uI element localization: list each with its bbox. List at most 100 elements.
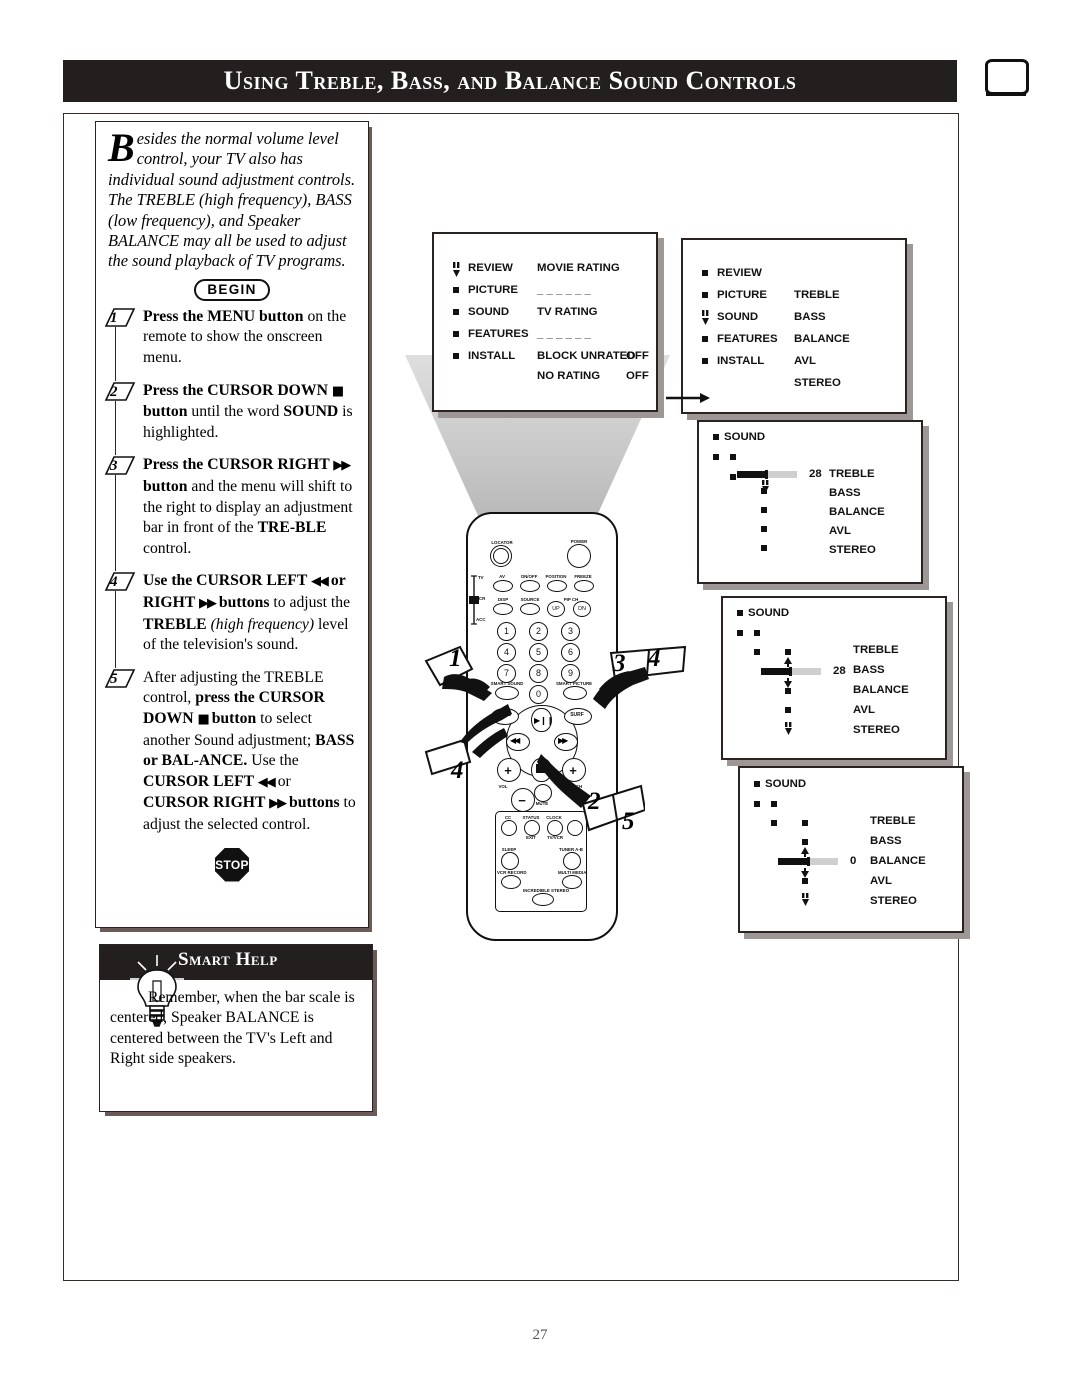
cc-button[interactable] bbox=[501, 820, 517, 836]
sound-menu-header: SOUND bbox=[724, 431, 766, 443]
submenu-no-rating: NO RATING bbox=[537, 370, 601, 382]
menu-item-sound[interactable]: SOUND bbox=[717, 311, 758, 323]
option-bass[interactable]: BASS bbox=[853, 664, 885, 676]
key-3[interactable]: 3 bbox=[561, 622, 580, 641]
callout-number-4b: 4 bbox=[451, 757, 464, 784]
source-button[interactable] bbox=[520, 603, 540, 615]
bass-level-bar[interactable] bbox=[761, 667, 821, 676]
av-button[interactable] bbox=[493, 580, 513, 592]
begin-badge: BEGIN bbox=[194, 278, 270, 301]
menu-item-picture[interactable]: PICTURE bbox=[717, 289, 767, 301]
sound-menu-header: SOUND bbox=[748, 607, 790, 619]
onoff-label: ON/OFF bbox=[520, 574, 538, 579]
pip-ch-dn-button[interactable]: DN bbox=[573, 601, 591, 617]
mode-slider[interactable] bbox=[469, 574, 479, 626]
smart-help-text: Remember, when the bar scale is centered… bbox=[110, 989, 355, 1068]
submenu-movie-rating-dashes: _ _ _ _ _ _ bbox=[537, 284, 591, 296]
callout-number-4a: 4 bbox=[648, 645, 661, 672]
callout-number-1: 1 bbox=[449, 645, 462, 672]
step-connector bbox=[115, 326, 117, 381]
cursor-indicator bbox=[784, 722, 793, 736]
option-balance[interactable]: BALANCE bbox=[853, 684, 909, 696]
power-button[interactable] bbox=[567, 544, 591, 568]
callout-number-5: 5 bbox=[622, 808, 635, 835]
key-1[interactable]: 1 bbox=[497, 622, 516, 641]
step-2: 2 Press the CURSOR DOWN ■ button until th… bbox=[104, 381, 360, 456]
option-treble[interactable]: TREBLE bbox=[853, 644, 899, 656]
option-treble[interactable]: TREBLE bbox=[829, 468, 875, 480]
mode-tv-label: TV bbox=[478, 575, 484, 580]
manual-page: Using Treble, Bass, and Balance Sound Co… bbox=[0, 0, 1080, 1397]
intro-paragraph: Besides the normal volume level control,… bbox=[104, 126, 360, 272]
freeze-button[interactable] bbox=[574, 580, 594, 592]
source-label: SOURCE bbox=[520, 597, 540, 602]
menu-item-sound[interactable]: SOUND bbox=[468, 306, 509, 318]
intro-text: esides the normal volume level control, … bbox=[108, 129, 356, 271]
option-treble[interactable]: TREBLE bbox=[870, 815, 916, 827]
option-balance[interactable]: BALANCE bbox=[870, 855, 926, 867]
key-5[interactable]: 5 bbox=[529, 643, 548, 662]
pip-ch-up-button[interactable]: UP bbox=[547, 601, 565, 617]
option-stereo[interactable]: STEREO bbox=[853, 724, 900, 736]
menu-item-review[interactable]: REVIEW bbox=[468, 262, 513, 274]
intro-dropcap: B bbox=[108, 125, 135, 170]
cursor-down-indicator bbox=[784, 678, 792, 688]
vcr-record-button[interactable] bbox=[501, 875, 521, 889]
submenu-block-unrated: BLOCK UNRATED bbox=[537, 350, 636, 362]
tuner-ab-button[interactable] bbox=[563, 852, 581, 870]
menu-item-features[interactable]: FEATURES bbox=[468, 328, 529, 340]
balance-value: 0 bbox=[850, 855, 857, 867]
option-stereo[interactable]: STEREO bbox=[829, 544, 876, 556]
cursor-up-indicator bbox=[801, 847, 809, 857]
key-0[interactable]: 0 bbox=[529, 685, 548, 704]
submenu-treble: TREBLE bbox=[794, 289, 840, 301]
disp-label: DISP bbox=[497, 597, 509, 602]
multi-media-button[interactable] bbox=[562, 875, 582, 889]
key-6[interactable]: 6 bbox=[561, 643, 580, 662]
menu-item-features[interactable]: FEATURES bbox=[717, 333, 778, 345]
step-number-badge: 1 bbox=[104, 308, 138, 327]
steps-list: 1 Press the MENU button on the remote to … bbox=[104, 307, 360, 836]
smart-help-box: Smart Help Remember, when the bar scale … bbox=[99, 944, 373, 1112]
option-avl[interactable]: AVL bbox=[853, 704, 875, 716]
page-header-bar: Using Treble, Bass, and Balance Sound Co… bbox=[63, 60, 957, 102]
callout-number-2: 2 bbox=[588, 788, 601, 815]
onoff-button[interactable] bbox=[520, 580, 540, 592]
option-bass[interactable]: BASS bbox=[870, 835, 902, 847]
menu-item-picture[interactable]: PICTURE bbox=[468, 284, 518, 296]
submenu-no-rating-value: OFF bbox=[626, 370, 649, 382]
submenu-block-unrated-value: OFF bbox=[626, 350, 649, 362]
disp-button[interactable] bbox=[493, 603, 513, 615]
vol-minus-icon: − bbox=[518, 793, 526, 808]
menu-item-install[interactable]: INSTALL bbox=[717, 355, 764, 367]
submenu-tv-rating: TV RATING bbox=[537, 306, 598, 318]
option-avl[interactable]: AVL bbox=[870, 875, 892, 887]
treble-level-bar[interactable] bbox=[737, 470, 797, 479]
tv-menu-balance: SOUND 0 TREBLE BASS BALANCE AVL STEREO bbox=[738, 766, 964, 933]
key-8[interactable]: 8 bbox=[529, 664, 548, 683]
sleep-button[interactable] bbox=[501, 852, 519, 870]
smart-picture-button[interactable] bbox=[563, 686, 587, 700]
submenu-bass: BASS bbox=[794, 311, 826, 323]
menu-item-review[interactable]: REVIEW bbox=[717, 267, 762, 279]
step-1: 1 Press the MENU button on the remote to … bbox=[104, 307, 360, 381]
incredible-stereo-button[interactable] bbox=[532, 893, 554, 906]
position-button[interactable] bbox=[547, 580, 567, 592]
step-connector bbox=[115, 400, 117, 456]
play-pause-icon: ▶❙❙ bbox=[534, 716, 554, 725]
step-text: Press the CURSOR RIGHT ▶▶ button and the… bbox=[143, 456, 353, 557]
balance-level-bar[interactable] bbox=[778, 857, 838, 866]
step-3: 3 Press the CURSOR RIGHT ▶▶ button and th… bbox=[104, 455, 360, 572]
option-stereo[interactable]: STEREO bbox=[870, 895, 917, 907]
option-balance[interactable]: BALANCE bbox=[829, 506, 885, 518]
step-number-badge: 2 bbox=[104, 381, 138, 401]
step-number-badge: 5 bbox=[104, 668, 138, 688]
option-avl[interactable]: AVL bbox=[829, 525, 851, 537]
step-number-badge: 4 bbox=[104, 572, 138, 592]
submenu-balance: BALANCE bbox=[794, 333, 850, 345]
option-bass[interactable]: BASS bbox=[829, 487, 861, 499]
menu-item-install[interactable]: INSTALL bbox=[468, 350, 515, 362]
key-2[interactable]: 2 bbox=[529, 622, 548, 641]
sound-menu-header: SOUND bbox=[765, 778, 807, 790]
step-number-badge: 3 bbox=[104, 456, 138, 476]
